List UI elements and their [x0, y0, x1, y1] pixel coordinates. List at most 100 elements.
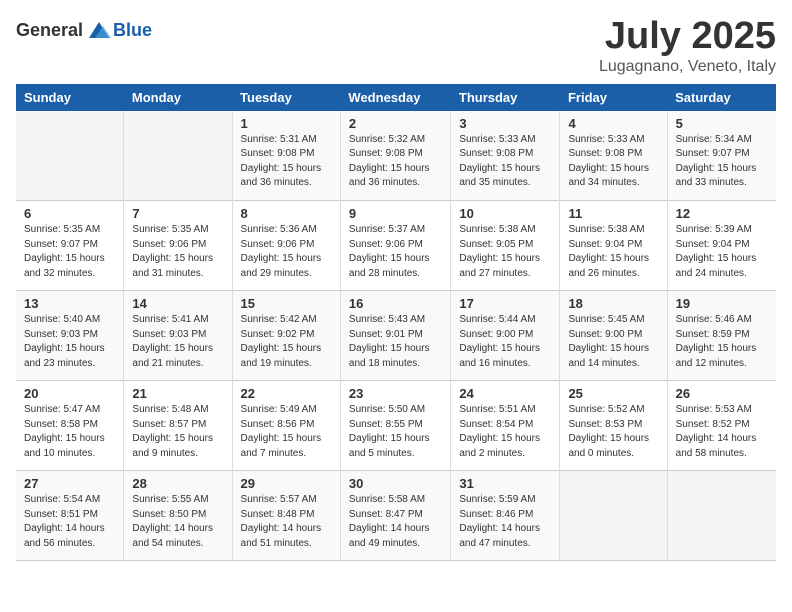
cell-info: Sunrise: 5:45 AM Sunset: 9:00 PM Dayligh… — [568, 313, 658, 371]
day-number: 12 — [676, 206, 768, 221]
day-number: 7 — [132, 206, 223, 221]
calendar-cell: 17 Sunrise: 5:44 AM Sunset: 9:00 PM Dayli… — [451, 291, 560, 381]
cell-info: Sunrise: 5:54 AM Sunset: 8:51 PM Dayligh… — [24, 493, 115, 551]
day-number: 28 — [132, 476, 223, 491]
calendar-cell: 19Sunrise: 5:46 AM Sunset: 8:59 PM Dayli… — [667, 291, 776, 381]
day-number: 30 — [349, 476, 442, 491]
calendar-cell: 21Sunrise: 5:48 AM Sunset: 8:57 PM Dayli… — [124, 381, 232, 471]
month-title: July 2025 — [599, 16, 776, 58]
weekday-header: Sunday — [16, 84, 124, 111]
weekday-header: Friday — [560, 84, 667, 111]
location-title: Lugagnano, Veneto, Italy — [599, 58, 776, 76]
weekday-header-row: SundayMondayTuesdayWednesdayThursdayFrid… — [16, 84, 776, 111]
cell-info: Sunrise: 5:44 AM Sunset: 9:00 PM Dayligh… — [459, 313, 551, 371]
weekday-header: Saturday — [667, 84, 776, 111]
cell-info: Sunrise: 5:33 AM Sunset: 9:08 PM Dayligh… — [459, 133, 551, 191]
day-number: 20 — [24, 386, 115, 401]
logo-icon — [85, 16, 113, 44]
weekday-header: Wednesday — [340, 84, 450, 111]
day-number: 8 — [241, 206, 332, 221]
calendar-cell — [16, 111, 124, 201]
day-number: 5 — [676, 116, 768, 131]
logo-blue: Blue — [113, 20, 152, 41]
day-number: 31 — [459, 476, 551, 491]
calendar-cell: 27Sunrise: 5:54 AM Sunset: 8:51 PM Dayli… — [16, 471, 124, 561]
calendar-week-row: 27Sunrise: 5:54 AM Sunset: 8:51 PM Dayli… — [16, 471, 776, 561]
day-number: 25 — [568, 386, 658, 401]
calendar-cell: 7 Sunrise: 5:35 AM Sunset: 9:06 PM Daylig… — [124, 201, 232, 291]
cell-info: Sunrise: 5:31 AM Sunset: 9:08 PM Dayligh… — [241, 133, 332, 191]
cell-info: Sunrise: 5:52 AM Sunset: 8:53 PM Dayligh… — [568, 403, 658, 461]
cell-info: Sunrise: 5:34 AM Sunset: 9:07 PM Dayligh… — [676, 133, 768, 191]
cell-info: Sunrise: 5:35 AM Sunset: 9:06 PM Dayligh… — [132, 223, 223, 281]
logo: General Blue — [16, 16, 152, 44]
day-number: 23 — [349, 386, 442, 401]
cell-info: Sunrise: 5:33 AM Sunset: 9:08 PM Dayligh… — [568, 133, 658, 191]
cell-info: Sunrise: 5:40 AM Sunset: 9:03 PM Dayligh… — [24, 313, 115, 371]
day-number: 1 — [241, 116, 332, 131]
day-number: 26 — [676, 386, 768, 401]
cell-info: Sunrise: 5:39 AM Sunset: 9:04 PM Dayligh… — [676, 223, 768, 281]
calendar-cell: 29Sunrise: 5:57 AM Sunset: 8:48 PM Dayli… — [232, 471, 340, 561]
day-number: 15 — [241, 296, 332, 311]
cell-info: Sunrise: 5:38 AM Sunset: 9:04 PM Dayligh… — [568, 223, 658, 281]
cell-info: Sunrise: 5:43 AM Sunset: 9:01 PM Dayligh… — [349, 313, 442, 371]
day-number: 2 — [349, 116, 442, 131]
day-number: 13 — [24, 296, 115, 311]
cell-info: Sunrise: 5:50 AM Sunset: 8:55 PM Dayligh… — [349, 403, 442, 461]
day-number: 17 — [459, 296, 551, 311]
calendar-cell: 31 Sunrise: 5:59 AM Sunset: 8:46 PM Dayli… — [451, 471, 560, 561]
day-number: 22 — [241, 386, 332, 401]
calendar-cell: 30 Sunrise: 5:58 AM Sunset: 8:47 PM Dayli… — [340, 471, 450, 561]
calendar-cell: 14 Sunrise: 5:41 AM Sunset: 9:03 PM Dayli… — [124, 291, 232, 381]
calendar-cell: 20 Sunrise: 5:47 AM Sunset: 8:58 PM Dayli… — [16, 381, 124, 471]
cell-info: Sunrise: 5:59 AM Sunset: 8:46 PM Dayligh… — [459, 493, 551, 551]
calendar-week-row: 1 Sunrise: 5:31 AM Sunset: 9:08 PM Daylig… — [16, 111, 776, 201]
cell-info: Sunrise: 5:57 AM Sunset: 8:48 PM Dayligh… — [241, 493, 332, 551]
day-number: 14 — [132, 296, 223, 311]
calendar-cell: 5 Sunrise: 5:34 AM Sunset: 9:07 PM Daylig… — [667, 111, 776, 201]
calendar-cell: 4 Sunrise: 5:33 AM Sunset: 9:08 PM Daylig… — [560, 111, 667, 201]
calendar-cell: 1 Sunrise: 5:31 AM Sunset: 9:08 PM Daylig… — [232, 111, 340, 201]
cell-info: Sunrise: 5:48 AM Sunset: 8:57 PM Dayligh… — [132, 403, 223, 461]
calendar-cell: 23 Sunrise: 5:50 AM Sunset: 8:55 PM Dayli… — [340, 381, 450, 471]
day-number: 6 — [24, 206, 115, 221]
calendar-cell: 6 Sunrise: 5:35 AM Sunset: 9:07 PM Daylig… — [16, 201, 124, 291]
cell-info: Sunrise: 5:32 AM Sunset: 9:08 PM Dayligh… — [349, 133, 442, 191]
logo-general: General — [16, 20, 83, 41]
cell-info: Sunrise: 5:35 AM Sunset: 9:07 PM Dayligh… — [24, 223, 115, 281]
calendar-cell: 8 Sunrise: 5:36 AM Sunset: 9:06 PM Daylig… — [232, 201, 340, 291]
calendar-cell: 10Sunrise: 5:38 AM Sunset: 9:05 PM Dayli… — [451, 201, 560, 291]
day-number: 3 — [459, 116, 551, 131]
calendar-table: SundayMondayTuesdayWednesdayThursdayFrid… — [16, 84, 776, 562]
title-area: July 2025 Lugagnano, Veneto, Italy — [599, 16, 776, 76]
cell-info: Sunrise: 5:36 AM Sunset: 9:06 PM Dayligh… — [241, 223, 332, 281]
day-number: 11 — [568, 206, 658, 221]
calendar-cell: 22Sunrise: 5:49 AM Sunset: 8:56 PM Dayli… — [232, 381, 340, 471]
cell-info: Sunrise: 5:37 AM Sunset: 9:06 PM Dayligh… — [349, 223, 442, 281]
calendar-cell: 13 Sunrise: 5:40 AM Sunset: 9:03 PM Dayli… — [16, 291, 124, 381]
calendar-week-row: 6 Sunrise: 5:35 AM Sunset: 9:07 PM Daylig… — [16, 201, 776, 291]
calendar-cell: 2 Sunrise: 5:32 AM Sunset: 9:08 PM Daylig… — [340, 111, 450, 201]
day-number: 24 — [459, 386, 551, 401]
day-number: 18 — [568, 296, 658, 311]
cell-info: Sunrise: 5:47 AM Sunset: 8:58 PM Dayligh… — [24, 403, 115, 461]
calendar-cell: 18 Sunrise: 5:45 AM Sunset: 9:00 PM Dayli… — [560, 291, 667, 381]
day-number: 4 — [568, 116, 658, 131]
page-header: General Blue July 2025 Lugagnano, Veneto… — [16, 16, 776, 76]
day-number: 10 — [459, 206, 551, 221]
weekday-header: Thursday — [451, 84, 560, 111]
calendar-cell: 3 Sunrise: 5:33 AM Sunset: 9:08 PM Daylig… — [451, 111, 560, 201]
weekday-header: Tuesday — [232, 84, 340, 111]
calendar-cell — [667, 471, 776, 561]
cell-info: Sunrise: 5:55 AM Sunset: 8:50 PM Dayligh… — [132, 493, 223, 551]
day-number: 16 — [349, 296, 442, 311]
cell-info: Sunrise: 5:41 AM Sunset: 9:03 PM Dayligh… — [132, 313, 223, 371]
calendar-cell: 24Sunrise: 5:51 AM Sunset: 8:54 PM Dayli… — [451, 381, 560, 471]
day-number: 19 — [676, 296, 768, 311]
calendar-cell: 9Sunrise: 5:37 AM Sunset: 9:06 PM Daylig… — [340, 201, 450, 291]
calendar-cell: 11 Sunrise: 5:38 AM Sunset: 9:04 PM Dayli… — [560, 201, 667, 291]
calendar-cell: 26Sunrise: 5:53 AM Sunset: 8:52 PM Dayli… — [667, 381, 776, 471]
calendar-cell: 25 Sunrise: 5:52 AM Sunset: 8:53 PM Dayli… — [560, 381, 667, 471]
cell-info: Sunrise: 5:58 AM Sunset: 8:47 PM Dayligh… — [349, 493, 442, 551]
